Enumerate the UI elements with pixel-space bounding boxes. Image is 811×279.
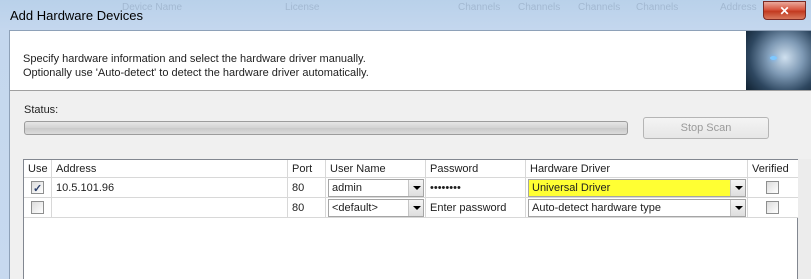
instruction-header: Specify hardware information and select … bbox=[10, 31, 811, 91]
password-field-row-1[interactable]: •••••••• bbox=[426, 178, 526, 198]
driver-cell-row-1: Universal Driver bbox=[526, 178, 748, 198]
use-checkbox-row-1[interactable]: ✓ bbox=[31, 181, 44, 195]
driver-cell-row-2: Auto-detect hardware type bbox=[526, 198, 748, 218]
table-row-2-use bbox=[24, 198, 52, 218]
user-name-dropdown-row-1[interactable]: admin bbox=[328, 179, 424, 197]
wolf-eye-icon bbox=[770, 56, 777, 60]
user-name-value: admin bbox=[332, 182, 362, 194]
close-button[interactable]: ✕ bbox=[763, 1, 806, 20]
column-header-address[interactable]: Address bbox=[52, 160, 288, 178]
verified-checkbox-row-1[interactable] bbox=[766, 181, 779, 194]
chevron-down-icon[interactable] bbox=[730, 200, 745, 216]
address-cell-row-2[interactable] bbox=[52, 198, 288, 218]
title-bar: Device Name License Channels Channels Ch… bbox=[0, 0, 811, 30]
instruction-line-2: Optionally use 'Auto-detect' to detect t… bbox=[23, 67, 369, 79]
column-header-password[interactable]: Password bbox=[426, 160, 526, 178]
hardware-driver-dropdown-row-2[interactable]: Auto-detect hardware type bbox=[528, 199, 746, 217]
verified-cell-row-1 bbox=[748, 178, 798, 198]
use-checkbox-row-2[interactable] bbox=[31, 201, 44, 214]
window-title: Add Hardware Devices bbox=[10, 8, 143, 23]
address-cell-row-1[interactable]: 10.5.101.96 bbox=[52, 178, 288, 198]
instruction-line-1: Specify hardware information and select … bbox=[23, 53, 366, 65]
wolf-logo-image bbox=[746, 31, 811, 90]
scan-progress-bar bbox=[24, 121, 628, 135]
status-label: Status: bbox=[24, 104, 59, 116]
background-column-channels-4: Channels bbox=[636, 2, 679, 13]
hardware-driver-dropdown-row-1[interactable]: Universal Driver bbox=[528, 179, 746, 197]
table-row-1-use: ✓ bbox=[24, 178, 52, 198]
dialog-body: Specify hardware information and select … bbox=[9, 30, 811, 279]
hardware-driver-value: Auto-detect hardware type bbox=[532, 202, 662, 214]
user-name-dropdown-row-2[interactable]: <default> bbox=[328, 199, 424, 217]
hardware-table: Use Address Port User Name Password Hard… bbox=[23, 159, 798, 279]
background-column-license: License bbox=[285, 2, 320, 13]
port-cell-row-2[interactable]: 80 bbox=[288, 198, 326, 218]
user-cell-row-2: <default> bbox=[326, 198, 426, 218]
chevron-down-icon[interactable] bbox=[408, 180, 423, 196]
background-column-address: Address bbox=[720, 2, 757, 13]
chevron-down-icon[interactable] bbox=[730, 180, 745, 196]
password-field-row-2[interactable]: Enter password bbox=[426, 198, 526, 218]
column-header-port[interactable]: Port bbox=[288, 160, 326, 178]
column-header-verified[interactable]: Verified bbox=[748, 160, 798, 178]
background-column-channels-1: Channels bbox=[458, 2, 501, 13]
verified-cell-row-2 bbox=[748, 198, 798, 218]
background-column-channels-2: Channels bbox=[518, 2, 561, 13]
user-cell-row-1: admin bbox=[326, 178, 426, 198]
column-header-user-name[interactable]: User Name bbox=[326, 160, 426, 178]
chevron-down-icon[interactable] bbox=[408, 200, 423, 216]
close-icon: ✕ bbox=[779, 3, 790, 18]
background-column-channels-3: Channels bbox=[578, 2, 621, 13]
stop-scan-button[interactable]: Stop Scan bbox=[643, 117, 769, 139]
user-name-value: <default> bbox=[332, 202, 378, 214]
column-header-use[interactable]: Use bbox=[24, 160, 52, 178]
checkmark-icon: ✓ bbox=[33, 183, 43, 195]
port-cell-row-1[interactable]: 80 bbox=[288, 178, 326, 198]
hardware-driver-value: Universal Driver bbox=[532, 182, 611, 194]
right-edge-strip bbox=[798, 159, 811, 279]
verified-checkbox-row-2[interactable] bbox=[766, 201, 779, 214]
column-header-hardware-driver[interactable]: Hardware Driver bbox=[526, 160, 748, 178]
